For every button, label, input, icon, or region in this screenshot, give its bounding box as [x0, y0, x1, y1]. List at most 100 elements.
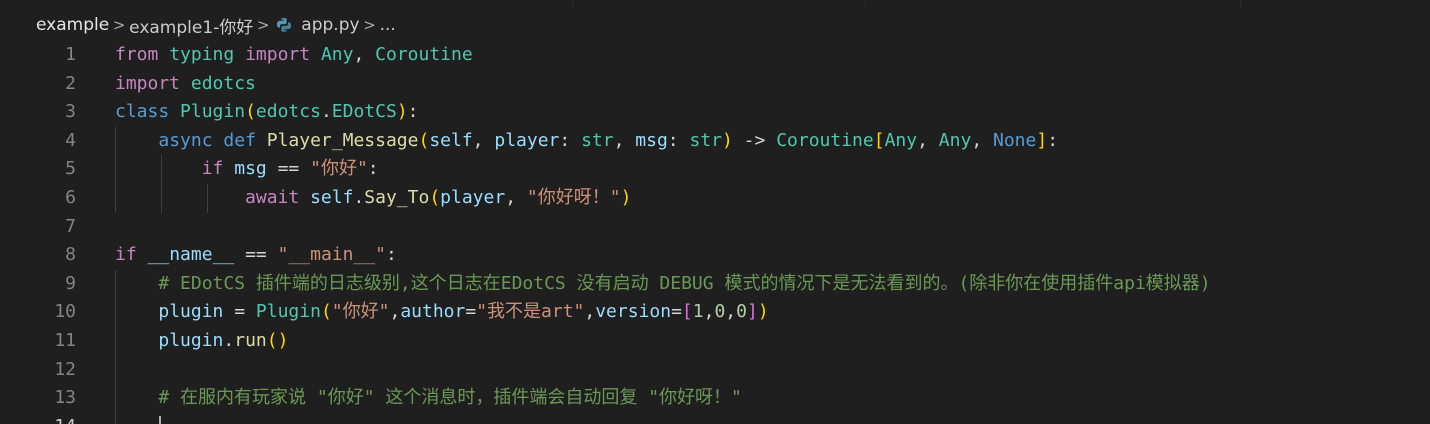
code-token: msg: [635, 129, 668, 151]
code-token: class: [115, 101, 170, 123]
code-line[interactable]: 14: [0, 413, 1430, 424]
code-token: Say_To: [364, 187, 430, 208]
code-token: import: [115, 72, 181, 94]
chevron-right-icon: >: [363, 16, 376, 34]
breadcrumb-item-subfolder[interactable]: example1-你好: [129, 13, 253, 38]
line-number: 8: [65, 244, 76, 266]
chevron-right-icon: >: [112, 16, 126, 34]
code-token: plugin: [158, 301, 224, 323]
code-token: ,: [389, 301, 401, 323]
code-line[interactable]: 5 if msg == "你好":: [0, 155, 1430, 184]
tab-divider: [865, 0, 866, 7]
code-token: None: [993, 129, 1037, 151]
code-token: edotcs: [255, 101, 321, 123]
code-line[interactable]: 8 if __name__ == "__main__":: [0, 241, 1430, 270]
code-line[interactable]: 7: [0, 213, 1430, 242]
code-token: (): [266, 330, 289, 351]
code-token: .: [320, 101, 332, 123]
code-token: edotcs: [190, 72, 256, 94]
line-number: 14: [0, 413, 76, 424]
line-number: 12: [54, 358, 76, 380]
code-text[interactable]: # EDotCS 插件端的日志级别,这个日志在EDotCS 没有启动 DEBUG…: [115, 270, 1210, 299]
line-number: 13: [54, 387, 76, 409]
code-token: "我不是art": [476, 301, 585, 323]
code-line[interactable]: 13 # 在服内有玩家说 "你好" 这个消息时，插件端会自动回复 "你好呀！": [0, 384, 1430, 413]
code-token: ,: [725, 301, 737, 323]
code-token: await: [245, 187, 300, 208]
code-token: ,: [584, 301, 596, 323]
code-token: async: [158, 129, 213, 151]
code-token: :: [385, 244, 397, 266]
tab-divider: [572, 0, 573, 7]
code-token: str: [689, 129, 722, 151]
code-token: ): [722, 129, 733, 151]
code-line[interactable]: 2 import edotcs: [0, 70, 1430, 99]
code-token: plugin: [158, 330, 224, 351]
indent-guide: [115, 269, 116, 424]
code-text[interactable]: import edotcs: [115, 70, 256, 99]
line-number: 2: [65, 72, 76, 94]
code-line[interactable]: 1 from typing import Any, Coroutine: [0, 41, 1430, 70]
code-editor[interactable]: 1 from typing import Any, Coroutine 2 impor…: [0, 41, 1430, 424]
code-line[interactable]: 3 class Plugin(edotcs.EDotCS):: [0, 98, 1430, 127]
code-text[interactable]: async def Player_Message(self, player: s…: [115, 127, 1058, 156]
code-token: run: [234, 330, 267, 351]
breadcrumb-item-symbol[interactable]: ...: [380, 15, 396, 35]
code-text[interactable]: plugin = Plugin("你好",author="我不是art",ver…: [115, 298, 768, 327]
code-token: ==: [234, 244, 278, 266]
line-number: 6: [65, 187, 76, 208]
line-number: 11: [54, 330, 76, 351]
code-text[interactable]: if msg == "你好":: [115, 155, 379, 184]
code-token: (: [429, 187, 441, 208]
code-line[interactable]: 9 # EDotCS 插件端的日志级别,这个日志在EDotCS 没有启动 DEB…: [0, 270, 1430, 299]
code-text[interactable]: plugin.run(): [115, 327, 288, 356]
code-token: ,: [613, 129, 636, 151]
indent-guide: [115, 126, 116, 213]
chevron-right-icon: >: [257, 16, 270, 34]
code-token: Coroutine: [776, 129, 874, 151]
text-cursor: [159, 415, 161, 424]
code-token: ,: [353, 44, 376, 65]
indent-guide: [207, 184, 208, 213]
code-token: [: [681, 301, 693, 323]
code-text[interactable]: if __name__ == "__main__":: [115, 241, 397, 270]
code-token: "你好": [331, 301, 390, 323]
tab-divider: [1240, 0, 1241, 7]
code-token: ->: [732, 129, 777, 151]
line-number: 9: [65, 272, 76, 294]
code-line[interactable]: 12: [0, 356, 1430, 385]
code-token: (: [418, 129, 430, 151]
code-text[interactable]: class Plugin(edotcs.EDotCS):: [115, 98, 419, 127]
python-icon: [275, 16, 293, 34]
code-line[interactable]: 10 plugin = Plugin("你好",author="我不是art",…: [0, 298, 1430, 327]
code-token: import: [245, 44, 311, 65]
code-text[interactable]: from typing import Any, Coroutine: [115, 41, 473, 70]
code-token: 0: [736, 301, 747, 323]
code-token: ): [620, 187, 632, 208]
code-line[interactable]: 11 plugin.run(): [0, 327, 1430, 356]
code-text[interactable]: await self.Say_To(player, "你好呀！"): [115, 184, 631, 213]
code-line[interactable]: 4 async def Player_Message(self, player:…: [0, 127, 1430, 156]
breadcrumb-item-file[interactable]: app.py: [301, 15, 359, 35]
line-number: 4: [65, 129, 76, 151]
code-token: str: [581, 129, 614, 151]
code-token: "你好": [310, 158, 368, 180]
code-line[interactable]: 6 await self.Say_To(player, "你好呀！"): [0, 184, 1430, 213]
line-number: 7: [65, 215, 76, 237]
code-token: typing: [169, 44, 235, 65]
breadcrumb-item-folder[interactable]: example: [36, 15, 109, 35]
code-text[interactable]: # 在服内有玩家说 "你好" 这个消息时，插件端会自动回复 "你好呀！": [115, 384, 742, 413]
line-number: 5: [65, 158, 76, 180]
code-token: :: [667, 129, 690, 151]
code-token: __name__: [147, 244, 235, 266]
